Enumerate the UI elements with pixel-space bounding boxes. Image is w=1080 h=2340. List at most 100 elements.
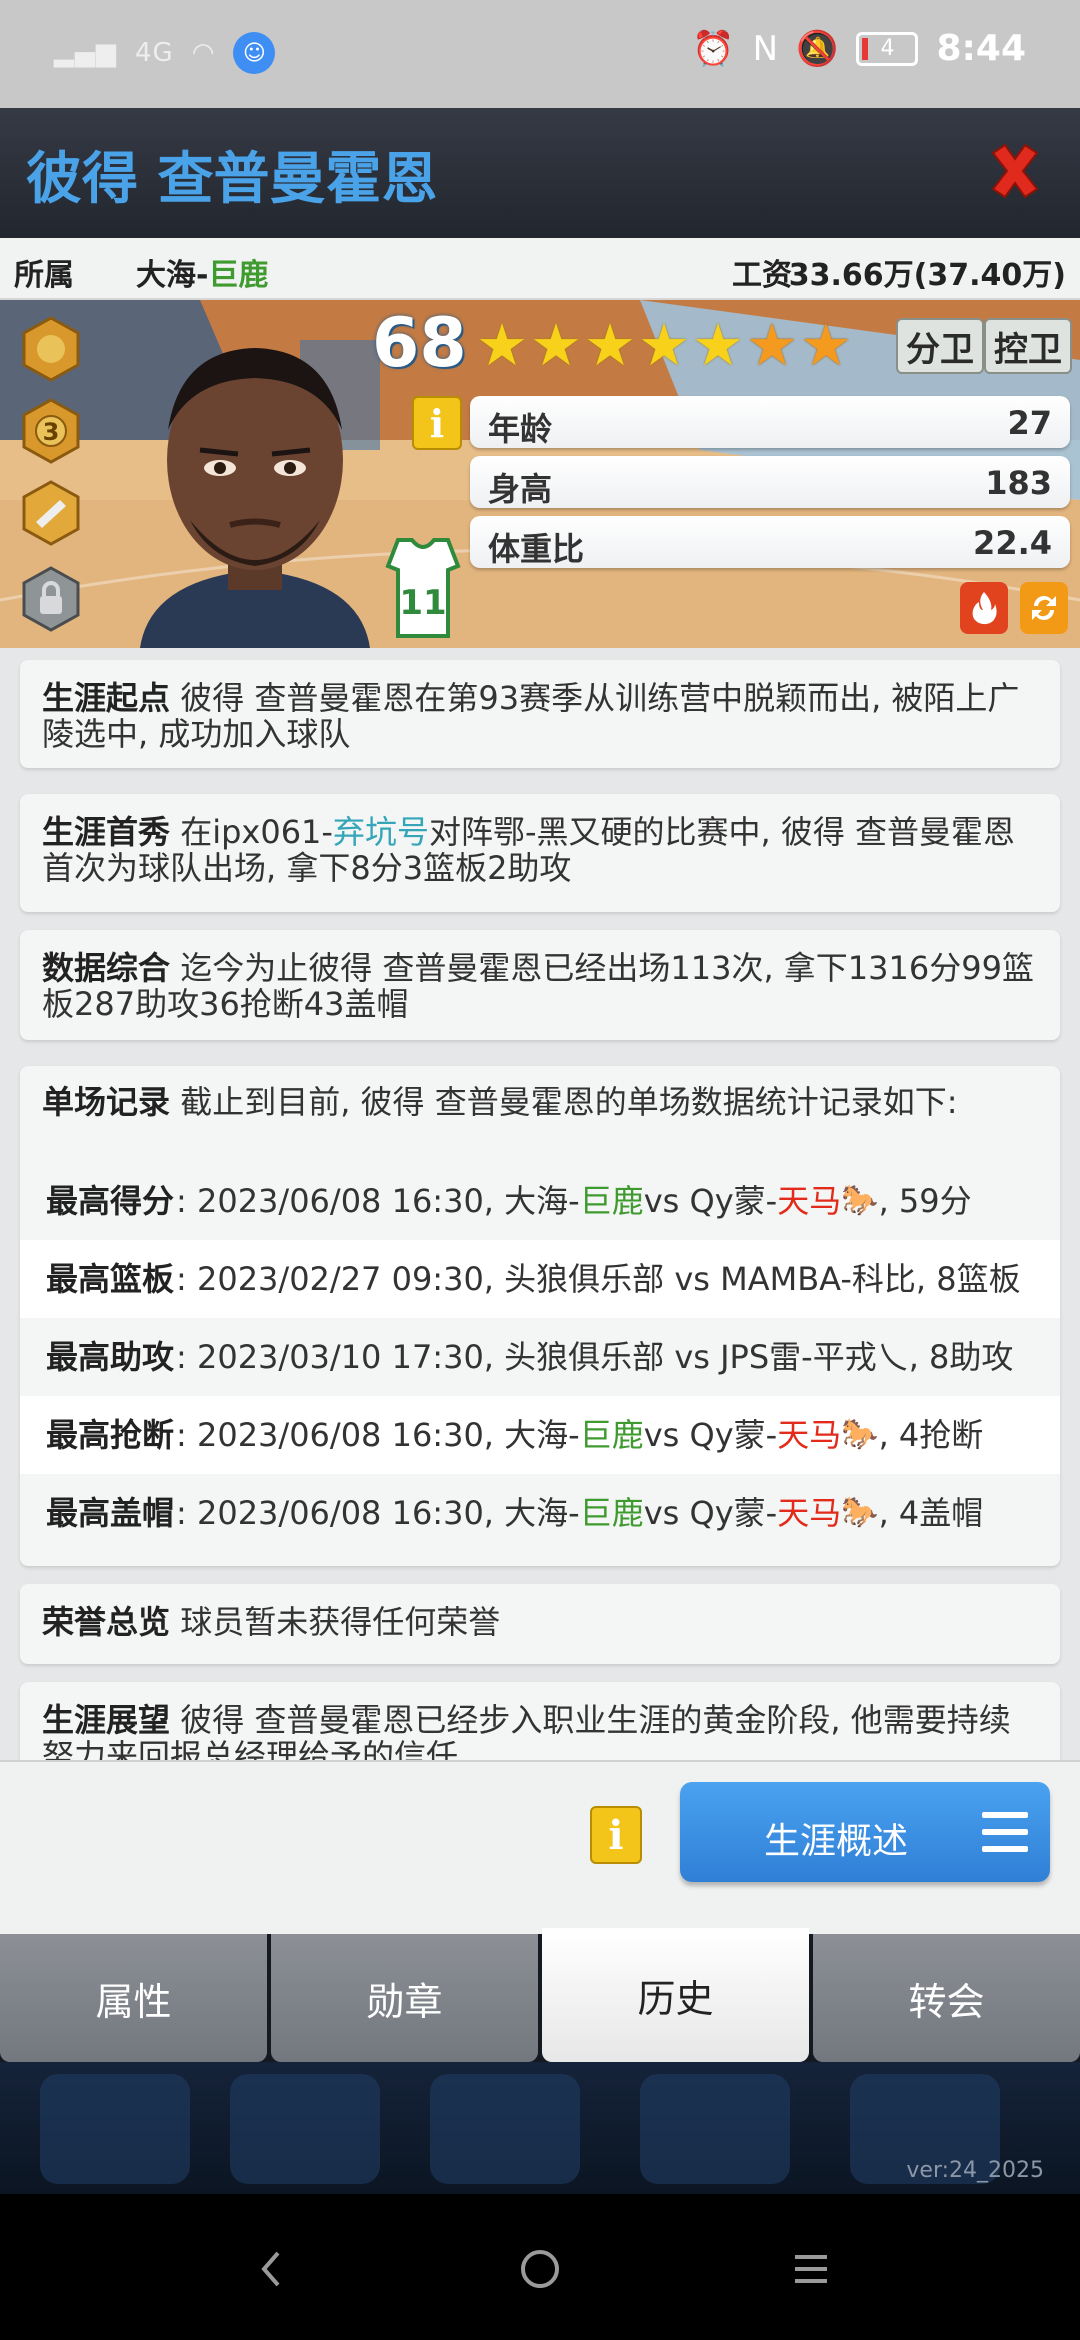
record-home-team: 巨鹿 <box>579 1182 644 1220</box>
record-home-team: 巨鹿 <box>579 1494 644 1532</box>
swap-button[interactable] <box>1020 582 1068 634</box>
career-overview-button[interactable]: 生涯概述 <box>680 1782 1050 1882</box>
debut-team-highlight: 弃坑号 <box>332 813 429 851</box>
record-date: : 2023/02/27 09:30, 头狼俱乐部 vs MAMBA-科比 <box>176 1260 916 1298</box>
records-header: 单场记录 截止到目前, 彼得 查普曼霍恩的单场数据统计记录如下: <box>20 1066 1060 1162</box>
star-icon: ★ <box>800 311 852 379</box>
summary-label: 数据综合 <box>42 949 171 987</box>
tab-history[interactable]: 历史 <box>542 1928 809 2062</box>
horse-icon: 🐎 <box>841 1417 879 1452</box>
attr-weight-ratio: 体重比 22.4 <box>470 516 1070 568</box>
rank-3-badge-icon: 3 <box>22 398 80 464</box>
tab-bar: 属性 勋章 历史 转会 <box>0 1928 1080 2062</box>
career-start-card: 生涯起点 彼得 查普曼霍恩在第93赛季从训练营中脱颖而出, 被陌上广陵选中, 成… <box>20 660 1060 768</box>
attr-weight-value: 22.4 <box>973 524 1052 562</box>
jersey-number-icon: 11 <box>385 538 461 638</box>
position-badge-pg: 控卫 <box>984 318 1072 374</box>
skill-badge-icon <box>22 480 80 546</box>
nfc-icon: N <box>752 28 779 69</box>
record-date: : 2023/06/08 16:30, 大海- <box>176 1494 580 1532</box>
level-badge-icon <box>22 316 80 382</box>
record-stat: , 8篮板 <box>915 1260 1021 1298</box>
record-row: 最高抢断 : 2023/06/08 16:30, 大海- 巨鹿 vs Qy蒙- 天马… <box>20 1396 1060 1474</box>
back-icon <box>261 2251 280 2287</box>
team-label: 所属 <box>14 258 74 293</box>
menu-icon <box>982 1812 1028 1852</box>
close-button[interactable] <box>980 136 1050 206</box>
records-label: 单场记录 <box>42 1083 171 1121</box>
record-stat: , 4盖帽 <box>878 1494 984 1532</box>
bottom-action-panel: i 生涯概述 <box>0 1760 1080 1934</box>
attr-height-label: 身高 <box>488 470 553 508</box>
home-button[interactable] <box>505 2234 575 2304</box>
star-icon: ★ <box>584 311 636 379</box>
honors-card: 荣誉总览 球员暂未获得任何荣誉 <box>20 1584 1060 1664</box>
tab-medals[interactable]: 勋章 <box>271 1934 538 2062</box>
wifi-icon: ◠ <box>191 38 216 68</box>
record-away-team: 天马 <box>777 1182 842 1220</box>
dock-finance-icon <box>230 2074 380 2184</box>
swap-icon <box>1032 596 1056 620</box>
star-rating: ★ ★ ★ ★ ★ ★ ★ <box>476 316 852 374</box>
close-icon <box>991 143 1039 199</box>
alarm-icon: ⏰ <box>692 28 735 69</box>
honors-label: 荣誉总览 <box>42 1603 171 1641</box>
system-nav-bar <box>0 2194 1080 2340</box>
battery-level: 4 <box>880 36 895 61</box>
horse-icon: 🐎 <box>841 1183 879 1218</box>
network-type: 4G <box>135 38 174 68</box>
record-row: 最高篮板 : 2023/02/27 09:30, 头狼俱乐部 vs MAMBA-… <box>20 1240 1060 1318</box>
record-stat: , 4抢断 <box>878 1416 984 1454</box>
dock-arena-icon <box>640 2074 790 2184</box>
record-date: : 2023/06/08 16:30, 大海- <box>176 1416 580 1454</box>
records-text: 截止到目前, 彼得 查普曼霍恩的单场数据统计记录如下: <box>180 1083 958 1121</box>
history-content[interactable]: 生涯起点 彼得 查普曼霍恩在第93赛季从训练营中脱颖而出, 被陌上广陵选中, 成… <box>0 648 1080 1760</box>
record-label: 最高助攻 <box>46 1338 175 1376</box>
summary-card: 数据综合 迄今为止彼得 查普曼霍恩已经出场113次, 拿下1316分99篮板28… <box>20 930 1060 1040</box>
home-icon <box>521 2250 559 2288</box>
debut-card: 生涯首秀 在ipx061-弃坑号对阵鄂-黑又硬的比赛中, 彼得 查普曼霍恩首次为… <box>20 794 1060 912</box>
recents-icon <box>795 2255 827 2283</box>
outlook-label: 生涯展望 <box>42 1701 171 1739</box>
mute-icon: 🔕 <box>796 28 839 69</box>
clock: 8:44 <box>936 28 1026 69</box>
record-vs: vs Qy蒙- <box>643 1494 778 1532</box>
status-left: ▂▄▆ 4G ◠ ☺ <box>54 32 276 74</box>
team-name: 巨鹿 <box>208 258 269 293</box>
record-label: 最高盖帽 <box>46 1494 175 1532</box>
record-label: 最高篮板 <box>46 1260 175 1298</box>
game-dock: ver:24_2025 <box>0 2062 1080 2194</box>
star-icon: ★ <box>638 311 690 379</box>
attr-age-label: 年龄 <box>488 410 553 448</box>
jersey-number: 11 <box>399 583 446 623</box>
record-home-team: 巨鹿 <box>579 1416 644 1454</box>
fire-button[interactable] <box>960 582 1008 634</box>
version-label: ver:24_2025 <box>906 2158 1044 2183</box>
record-label: 最高抢断 <box>46 1416 175 1454</box>
record-vs: vs Qy蒙- <box>643 1182 778 1220</box>
position-badge-sg: 分卫 <box>896 318 984 374</box>
battery-icon: 4 <box>856 31 919 66</box>
info-button[interactable]: i <box>590 1806 642 1864</box>
svg-text:3: 3 <box>43 418 60 446</box>
player-hero-card: 3 11 68 ★ ★ ★ ★ ★ ★ ★ 分卫 控卫 i 年龄 27 身高 1… <box>0 300 1080 648</box>
team-value: 大海-巨鹿 <box>136 250 268 294</box>
player-portrait <box>140 348 370 648</box>
record-away-team: 天马 <box>777 1416 842 1454</box>
lock-badge-icon <box>22 566 80 632</box>
back-button[interactable] <box>236 2234 306 2304</box>
recents-button[interactable] <box>776 2234 846 2304</box>
records-list: 最高得分 : 2023/06/08 16:30, 大海- 巨鹿 vs Qy蒙- 天马… <box>20 1162 1060 1552</box>
record-date: : 2023/03/10 17:30, 头狼俱乐部 vs JPS雷-平戎乀 <box>176 1338 909 1376</box>
info-icon[interactable]: i <box>412 396 462 450</box>
career-overview-label: 生涯概述 <box>764 1821 909 1862</box>
honors-text: 球员暂未获得任何荣誉 <box>180 1603 501 1641</box>
summary-text: 迄今为止彼得 查普曼霍恩已经出场113次, 拿下1316分99篮板287助攻36… <box>42 949 1034 1023</box>
message-notification-icon: ☺ <box>233 32 276 74</box>
salary-value: 33.66万(37.40万) <box>788 258 1066 293</box>
tab-transfer[interactable]: 转会 <box>813 1934 1080 2062</box>
status-right: ⏰ N 🔕 4 8:44 <box>692 28 1026 69</box>
dock-team-icon <box>430 2074 580 2184</box>
star-icon: ★ <box>476 311 528 379</box>
tab-attributes[interactable]: 属性 <box>0 1934 267 2062</box>
